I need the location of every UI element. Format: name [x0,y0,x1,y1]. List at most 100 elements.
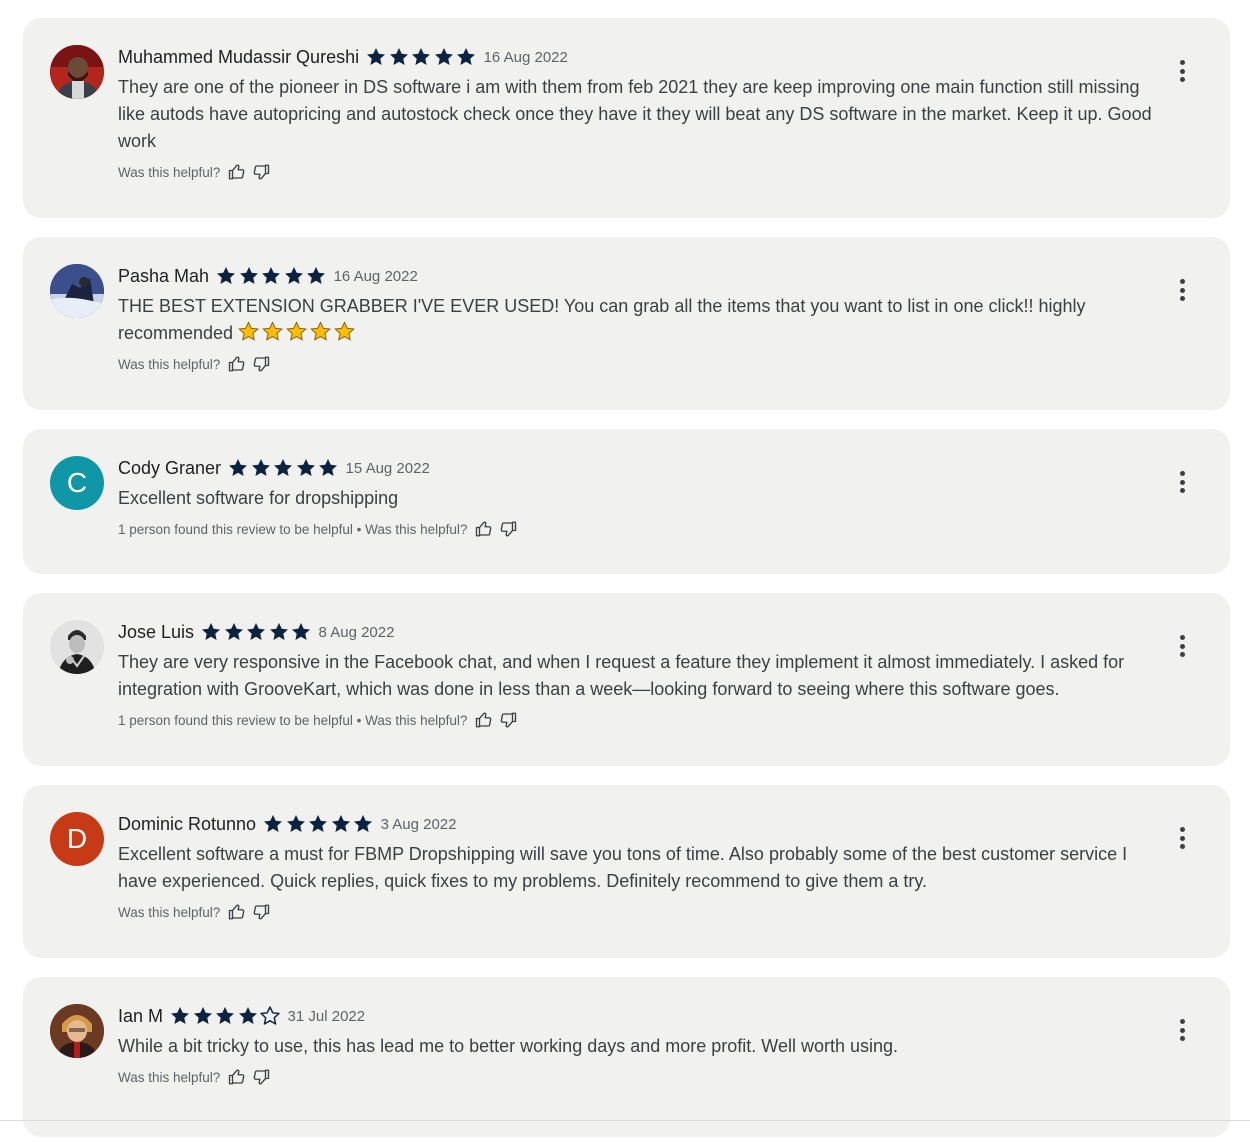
review-card: Jose Luis 8 Aug 2022 They are very respo… [23,593,1230,766]
thumbs-up-icon[interactable] [475,520,493,538]
helpful-row: Was this helpful? [118,1066,1170,1088]
thumbs-down-icon[interactable] [499,520,517,538]
star-outline-icon [260,1006,280,1025]
star-filled-icon [269,623,288,640]
review-date: 15 Aug 2022 [345,459,430,477]
avatar [50,1004,104,1058]
star-filled-icon [202,623,221,640]
avatar-letter: D [66,823,88,854]
star-filled-icon [412,48,431,65]
review-content: Cody Graner 15 Aug 2022 Excellent softwa… [118,456,1170,540]
star-filled-icon [239,267,258,284]
avatar [50,45,104,99]
review-text: Excellent software for dropshipping [118,488,399,508]
more-options-icon[interactable] [1172,633,1192,659]
review-text: While a bit tricky to use, this has lead… [118,1036,899,1056]
thumbs-down-icon[interactable] [252,1068,270,1086]
thumbs-up-icon[interactable] [228,163,246,181]
author-name: Dominic Rotunno [118,813,257,834]
rating-stars [169,1005,282,1027]
author-name: Cody Graner [118,457,222,478]
star-filled-icon [389,48,408,65]
review-card: C Cody Graner 15 Aug 2022 Excellent soft… [23,429,1230,574]
helpful-label: Was this helpful? [118,164,221,180]
thumbs-down-icon[interactable] [252,903,270,921]
thumbs-up-icon[interactable] [228,903,246,921]
review-card: Pasha Mah 16 Aug 2022 THE BEST EXTENSION… [23,237,1230,410]
thumbs-down-icon[interactable] [499,711,517,729]
star-filled-icon [264,815,283,832]
star-filled-icon [286,815,305,832]
star-emoji-icon [334,321,355,341]
profile-photo-icon [50,45,104,99]
helpful-row: Was this helpful? [118,161,1170,183]
helpful-row: 1 person found this review to be helpful… [118,709,1170,731]
more-options-icon[interactable] [1172,1017,1192,1043]
helpful-row: Was this helpful? [118,901,1170,923]
review-date: 16 Aug 2022 [333,267,418,285]
avatar [50,264,104,318]
helpful-row: Was this helpful? [118,353,1170,375]
star-filled-icon [457,48,476,65]
star-filled-icon [296,459,315,476]
divider [0,1120,1250,1121]
star-filled-icon [171,1007,190,1024]
review-content: Muhammed Mudassir Qureshi 16 Aug 2022 Th… [118,45,1170,183]
helpful-label: Was this helpful? [118,356,221,372]
profile-photo-icon [50,1004,104,1058]
review-text-block: THE BEST EXTENSION GRABBER I'VE EVER USE… [118,293,1170,347]
star-filled-icon [247,623,266,640]
rating-stars [215,265,328,287]
avatar-letter: C [66,467,88,498]
star-filled-icon [331,815,350,832]
review-content: Pasha Mah 16 Aug 2022 THE BEST EXTENSION… [118,264,1170,375]
reviews-list: Muhammed Mudassir Qureshi 16 Aug 2022 Th… [0,0,1250,1142]
thumbs-up-icon[interactable] [475,711,493,729]
helpful-label: 1 person found this review to be helpful… [118,521,468,537]
rating-stars [365,46,478,68]
author-name: Jose Luis [118,621,195,642]
star-emoji-icon [286,321,307,341]
thumbs-up-icon[interactable] [228,355,246,373]
review-date: 3 Aug 2022 [380,815,457,833]
star-filled-icon [307,267,326,284]
more-options-icon[interactable] [1172,469,1192,495]
thumbs-down-icon[interactable] [252,163,270,181]
star-filled-icon [217,267,236,284]
review-content: Jose Luis 8 Aug 2022 They are very respo… [118,620,1170,731]
star-filled-icon [284,267,303,284]
profile-photo-icon [50,620,104,674]
star-filled-icon [367,48,386,65]
star-filled-icon [262,267,281,284]
star-filled-icon [216,1007,235,1024]
star-filled-icon [319,459,338,476]
thumbs-down-icon[interactable] [252,355,270,373]
avatar: C [50,456,104,510]
helpful-label: Was this helpful? [118,904,221,920]
helpful-row: 1 person found this review to be helpful… [118,518,1170,540]
review-text: Excellent software a must for FBMP Drops… [118,844,1128,891]
avatar [50,620,104,674]
star-filled-icon [251,459,270,476]
author-name: Muhammed Mudassir Qureshi [118,46,360,67]
rating-stars [227,457,340,479]
avatar: D [50,812,104,866]
review-header: Pasha Mah 16 Aug 2022 [118,264,1170,288]
star-filled-icon [224,623,243,640]
profile-photo-icon [50,264,104,318]
star-emoji-icon [310,321,331,341]
star-emoji-icon [262,321,283,341]
star-filled-icon [309,815,328,832]
review-card: Ian M 31 Jul 2022 While a bit tricky to … [23,977,1230,1137]
review-header: Muhammed Mudassir Qureshi 16 Aug 2022 [118,45,1170,69]
more-options-icon[interactable] [1172,58,1192,84]
more-options-icon[interactable] [1172,825,1192,851]
review-content: Ian M 31 Jul 2022 While a bit tricky to … [118,1004,1170,1088]
more-options-icon[interactable] [1172,277,1192,303]
review-content: Dominic Rotunno 3 Aug 2022 Excellent sof… [118,812,1170,923]
review-header: Cody Graner 15 Aug 2022 [118,456,1170,480]
review-text: They are very responsive in the Facebook… [118,652,1125,699]
helpful-label: 1 person found this review to be helpful… [118,712,468,728]
thumbs-up-icon[interactable] [228,1068,246,1086]
review-header: Dominic Rotunno 3 Aug 2022 [118,812,1170,836]
